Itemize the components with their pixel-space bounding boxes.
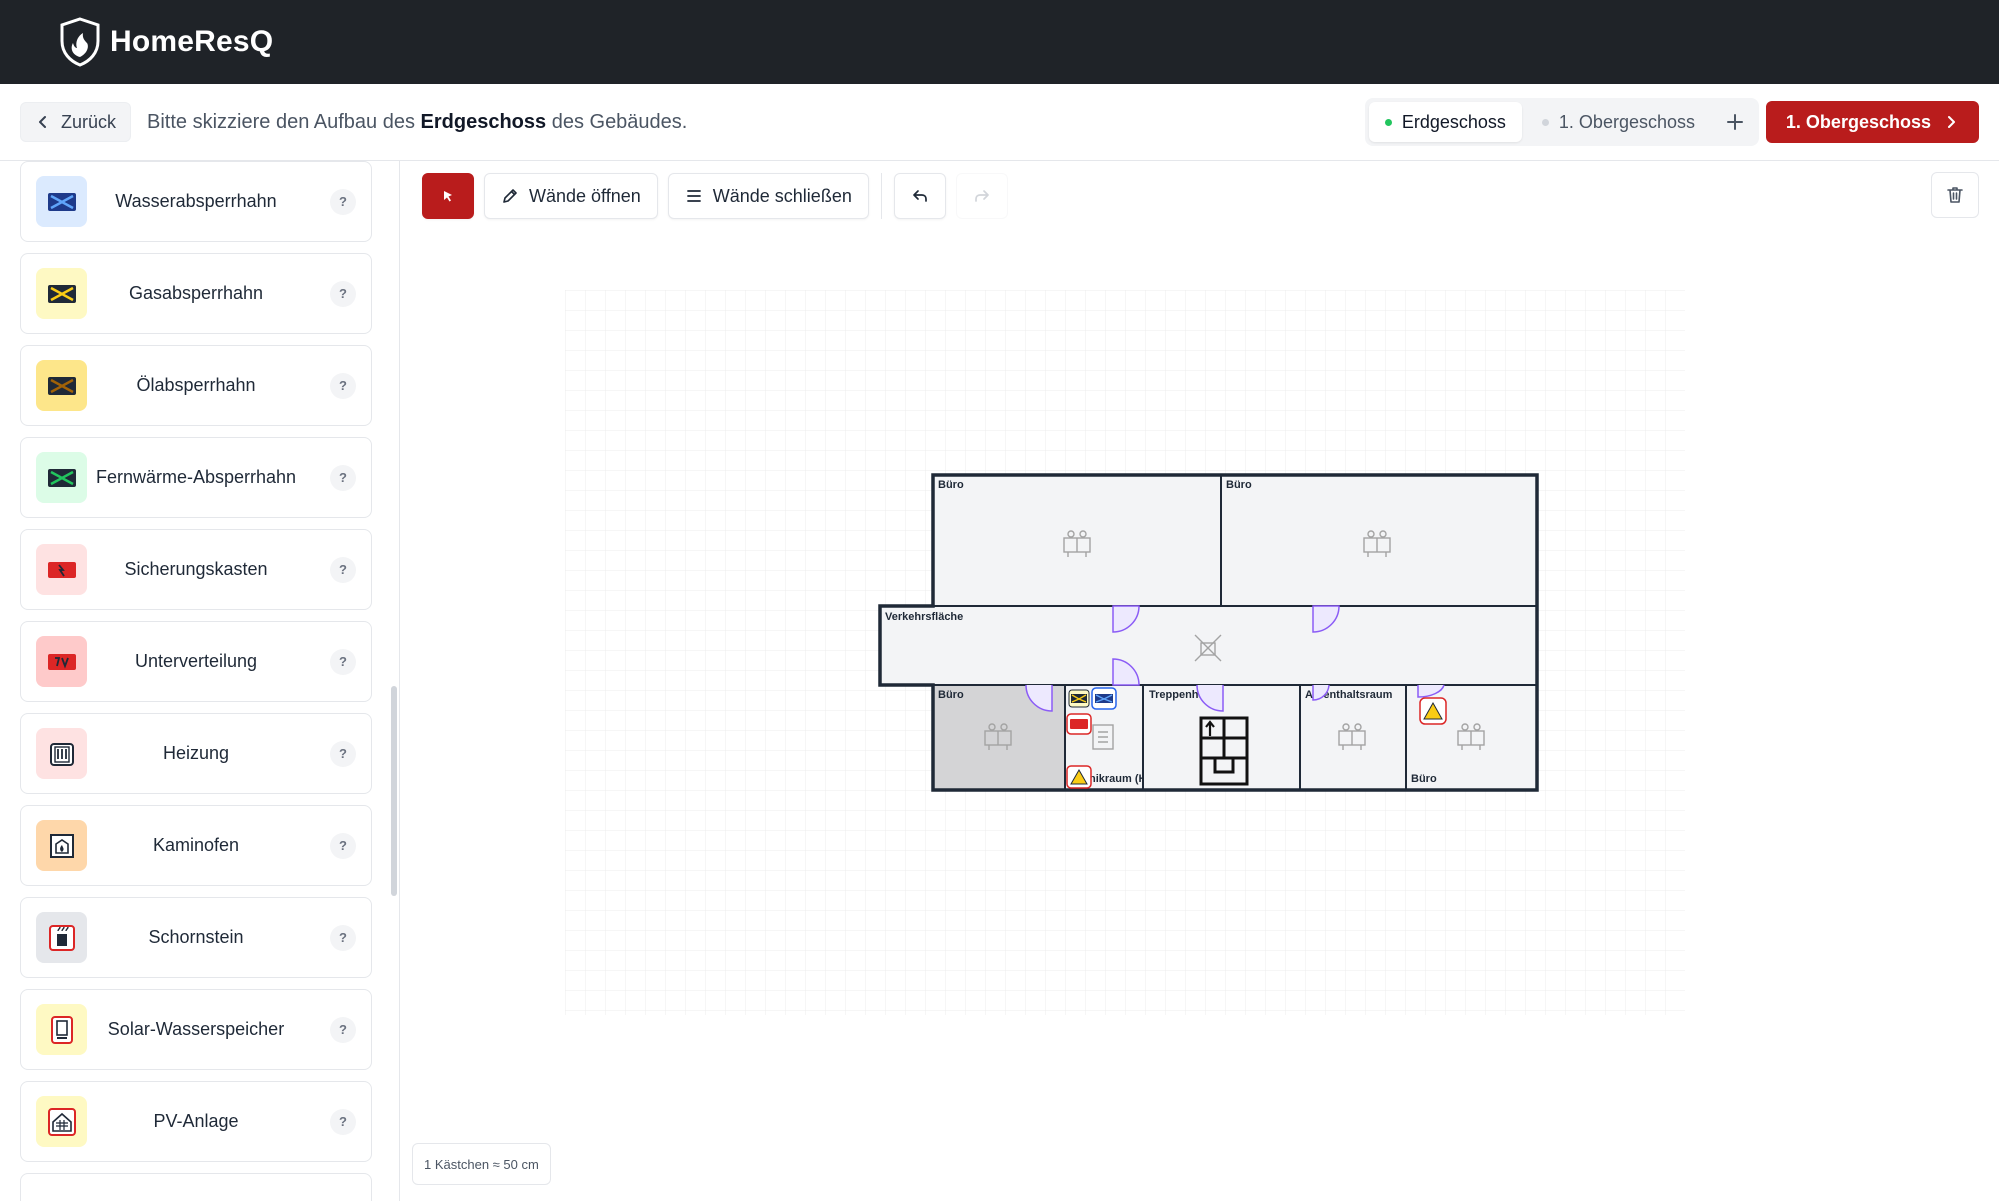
delete-button[interactable] <box>1931 172 1979 218</box>
instruction-suffix: des Gebäudes. <box>551 110 688 133</box>
room-label: Büro <box>938 689 964 701</box>
sub-header: Zurück Bitte skizziere den Aufbau des Er… <box>0 84 1999 161</box>
inactive-status-dot <box>1541 118 1549 126</box>
room-label: Verkehrsfläche <box>885 611 963 623</box>
instruction-prefix: Bitte skizziere den Aufbau des <box>147 110 415 133</box>
tab-label: 1. Obergeschoss <box>1558 111 1695 132</box>
sidebar-scrollbar[interactable] <box>391 686 397 896</box>
symbol-item-pv-anlage[interactable]: PV-Anlage ? <box>20 1081 372 1162</box>
close-walls-label: Wände schließen <box>712 185 852 206</box>
tab-label: Erdgeschoss <box>1401 111 1506 132</box>
symbol-item-heizung[interactable]: Heizung ? <box>20 713 372 794</box>
symbol-item-schornstein[interactable]: Schornstein ? <box>20 897 372 978</box>
logo[interactable]: HomeResQ <box>58 17 273 67</box>
help-icon[interactable]: ? <box>330 924 356 951</box>
help-icon[interactable]: ? <box>330 556 356 583</box>
menu-lines-icon <box>686 190 701 202</box>
symbol-item-oelabsperrhahn[interactable]: Ölabsperrhahn ? <box>20 345 372 426</box>
water-valve-icon <box>36 176 87 227</box>
back-button[interactable]: Zurück <box>20 102 132 142</box>
shield-flame-logo-icon <box>60 17 100 67</box>
editor-toolbar: Wände öffnen Wände schließen <box>422 172 1008 220</box>
undo-icon <box>912 190 927 202</box>
symbol-item-next[interactable] <box>20 1173 372 1201</box>
next-floor-button[interactable]: 1. Obergeschoss <box>1765 101 1979 143</box>
close-walls-button[interactable]: Wände schließen <box>667 173 869 219</box>
redo-button[interactable] <box>955 173 1008 219</box>
stove-icon <box>36 820 87 871</box>
chevron-left-icon <box>39 116 46 128</box>
symbol-sidebar[interactable]: Wasserabsperrhahn ? Gasabsperrhahn ? Öla… <box>0 161 400 1201</box>
symbol-item-solar-wasserspeicher[interactable]: Solar-Wasserspeicher ? <box>20 989 372 1070</box>
placed-water-valve[interactable] <box>1091 687 1117 710</box>
active-status-dot <box>1384 118 1392 126</box>
open-walls-button[interactable]: Wände öffnen <box>484 173 658 219</box>
placed-warning-symbol[interactable] <box>1419 697 1447 725</box>
symbol-item-fernwaerme-absperrhahn[interactable]: Fernwärme-Absperrhahn ? <box>20 437 372 518</box>
pencil-icon <box>503 189 517 203</box>
help-icon[interactable]: ? <box>330 188 356 215</box>
room-label: Büro <box>1226 479 1252 491</box>
help-icon[interactable]: ? <box>330 740 356 767</box>
floor-plan-canvas[interactable]: Büro Büro Verkehrsfläche Büro nikraum (H… <box>565 290 1685 1015</box>
fuse-box-icon <box>36 544 87 595</box>
help-icon[interactable]: ? <box>330 464 356 491</box>
trash-icon <box>1947 187 1963 203</box>
heating-icon <box>36 728 87 779</box>
symbol-item-unterverteilung[interactable]: Unterverteilung ? <box>20 621 372 702</box>
next-floor-label: 1. Obergeschoss <box>1785 111 1931 132</box>
select-tool-button[interactable] <box>422 173 474 219</box>
toolbar-divider <box>880 173 882 219</box>
tab-erdgeschoss[interactable]: Erdgeschoss <box>1368 102 1522 142</box>
sub-distribution-icon <box>36 636 87 687</box>
room-label: Büro <box>1411 773 1437 785</box>
app-name: HomeResQ <box>110 25 274 58</box>
room-aufenthaltsraum[interactable]: Aufenthaltsraum <box>1299 684 1407 791</box>
placed-fuse-box[interactable] <box>1066 713 1092 735</box>
symbol-item-wasserabsperrhahn[interactable]: Wasserabsperrhahn ? <box>20 161 372 242</box>
instruction-text: Bitte skizziere den Aufbau des Erdgescho… <box>147 111 687 134</box>
add-floor-button[interactable] <box>1715 102 1755 142</box>
symbol-item-sicherungskasten[interactable]: Sicherungskasten ? <box>20 529 372 610</box>
help-icon[interactable]: ? <box>330 280 356 307</box>
symbol-item-kaminofen[interactable]: Kaminofen ? <box>20 805 372 886</box>
chimney-icon <box>36 912 87 963</box>
oil-valve-icon <box>36 360 87 411</box>
open-walls-label: Wände öffnen <box>529 185 641 206</box>
help-icon[interactable]: ? <box>330 1016 356 1043</box>
undo-button[interactable] <box>893 173 946 219</box>
instruction-floor: Erdgeschoss <box>420 110 547 133</box>
scale-legend: 1 Kästchen ≈ 50 cm <box>412 1143 551 1185</box>
gas-valve-icon <box>36 268 87 319</box>
chevron-right-icon <box>1948 116 1955 128</box>
placed-gas-valve[interactable] <box>1068 689 1090 708</box>
floor-tabs: Erdgeschoss 1. Obergeschoss <box>1364 98 1759 146</box>
redo-icon <box>974 190 989 202</box>
symbol-item-gasabsperrhahn[interactable]: Gasabsperrhahn ? <box>20 253 372 334</box>
back-label: Zurück <box>61 111 117 132</box>
help-icon[interactable]: ? <box>330 1108 356 1135</box>
help-icon[interactable]: ? <box>330 372 356 399</box>
district-heating-valve-icon <box>36 452 87 503</box>
help-icon[interactable]: ? <box>330 832 356 859</box>
placed-warning-symbol[interactable] <box>1066 765 1092 789</box>
plus-icon <box>1727 114 1743 130</box>
help-icon[interactable]: ? <box>330 648 356 675</box>
room-buero-top-right[interactable]: Büro <box>1220 474 1538 607</box>
pv-system-icon <box>36 1096 87 1147</box>
app-bar: HomeResQ <box>0 0 1999 84</box>
room-verkehrsflaeche[interactable]: Verkehrsfläche <box>879 605 1538 686</box>
cursor-arrow-icon <box>444 191 452 202</box>
room-label: Büro <box>938 479 964 491</box>
tab-1-obergeschoss[interactable]: 1. Obergeschoss <box>1526 102 1711 142</box>
solar-water-tank-icon <box>36 1004 87 1055</box>
